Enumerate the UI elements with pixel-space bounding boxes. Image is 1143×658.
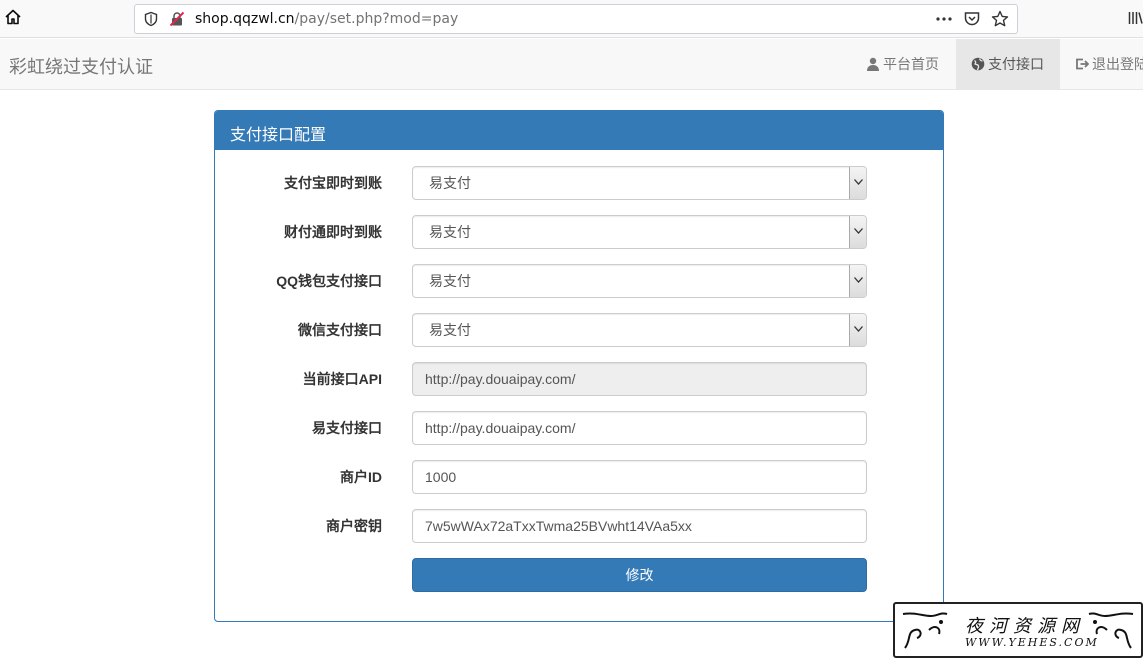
chevron-down-icon[interactable]	[849, 265, 866, 297]
field-label: 当前接口API	[302, 371, 382, 387]
nav-payment-label: 支付接口	[988, 56, 1044, 72]
alipay-select[interactable]: 易支付	[412, 166, 867, 200]
submit-button[interactable]: 修改	[412, 558, 867, 592]
ornament-right-icon	[1088, 612, 1134, 649]
merchant-id-input[interactable]: 1000	[412, 460, 867, 494]
select-value: 易支付	[429, 322, 471, 338]
field-label: 支付宝即时到账	[284, 175, 382, 191]
field-label: 微信支付接口	[298, 322, 382, 338]
pocket-icon[interactable]	[963, 10, 981, 28]
select-value: 易支付	[429, 175, 471, 191]
nav-item-payment[interactable]: 支付接口	[956, 39, 1060, 90]
insecure-lock-icon[interactable]	[169, 11, 185, 27]
form-row-qqpay: QQ钱包支付接口 易支付	[215, 264, 943, 298]
field-label: QQ钱包支付接口	[276, 273, 382, 289]
panel-title: 支付接口配置	[215, 111, 943, 150]
watermark-logo: 夜河资源网 WWW.YEHES.COM	[893, 602, 1143, 658]
url-text[interactable]: shop.qqzwl.cn/pay/set.php?mod=pay	[195, 11, 458, 27]
current-api-field: http://pay.douaipay.com/	[412, 362, 867, 396]
library-icon[interactable]	[1128, 10, 1143, 26]
url-actions	[935, 10, 1009, 28]
form-row-merchant-id: 商户ID 1000	[215, 460, 943, 494]
watermark-title: 夜河资源网	[965, 616, 1085, 637]
epay-api-input[interactable]: http://pay.douaipay.com/	[412, 411, 867, 445]
select-value: 易支付	[429, 224, 471, 240]
tenpay-select[interactable]: 易支付	[412, 215, 867, 249]
browser-toolbar: shop.qqzwl.cn/pay/set.php?mod=pay	[0, 0, 1143, 38]
home-icon[interactable]	[4, 8, 24, 28]
merchant-key-input[interactable]: 7w5wWAx72aTxxTwma25BVwht14VAa5xx	[412, 509, 867, 543]
nav-home-label: 平台首页	[883, 56, 939, 72]
field-label: 易支付接口	[312, 420, 382, 436]
url-path: /pay/set.php?mod=pay	[294, 11, 459, 27]
ornament-left-icon	[902, 612, 948, 649]
field-label: 财付通即时到账	[284, 224, 382, 240]
form-row-tenpay: 财付通即时到账 易支付	[215, 215, 943, 249]
page-actions-icon[interactable]	[935, 10, 953, 28]
globe-icon	[971, 57, 985, 71]
chevron-down-icon[interactable]	[849, 216, 866, 248]
nav-logout-label: 退出登陆	[1092, 56, 1143, 72]
logout-icon	[1076, 58, 1090, 70]
tracking-shield-icon[interactable]	[143, 11, 159, 27]
wxpay-select[interactable]: 易支付	[412, 313, 867, 347]
watermark-url: WWW.YEHES.COM	[965, 636, 1099, 649]
qqpay-select[interactable]: 易支付	[412, 264, 867, 298]
navbar-brand[interactable]: 彩虹绕过支付认证	[9, 53, 153, 79]
select-value: 易支付	[429, 273, 471, 289]
nav-item-logout[interactable]: 退出登陆	[1060, 39, 1143, 90]
field-label: 商户ID	[340, 469, 382, 485]
form-row-merchant-key: 商户密钥 7w5wWAx72aTxxTwma25BVwht14VAa5xx	[215, 509, 943, 543]
app-navbar: 彩虹绕过支付认证 平台首页 支付接口 退出登陆	[0, 39, 1143, 90]
form-row-epay-api: 易支付接口 http://pay.douaipay.com/	[215, 411, 943, 445]
chevron-down-icon[interactable]	[849, 314, 866, 346]
user-icon	[867, 57, 879, 71]
form-row-current-api: 当前接口API http://pay.douaipay.com/	[215, 362, 943, 396]
bookmark-star-icon[interactable]	[991, 10, 1009, 28]
payment-config-panel: 支付接口配置 支付宝即时到账 易支付 财付通即时到账 易支付 QQ钱包支付接口 …	[214, 110, 944, 622]
nav-item-home[interactable]: 平台首页	[851, 39, 954, 90]
form-row-alipay: 支付宝即时到账 易支付	[215, 166, 943, 200]
field-label: 商户密钥	[326, 518, 382, 534]
url-host: shop.qqzwl.cn	[195, 11, 295, 27]
form-row-wxpay: 微信支付接口 易支付	[215, 313, 943, 347]
address-bar[interactable]: shop.qqzwl.cn/pay/set.php?mod=pay	[134, 4, 1018, 34]
chevron-down-icon[interactable]	[849, 167, 866, 199]
